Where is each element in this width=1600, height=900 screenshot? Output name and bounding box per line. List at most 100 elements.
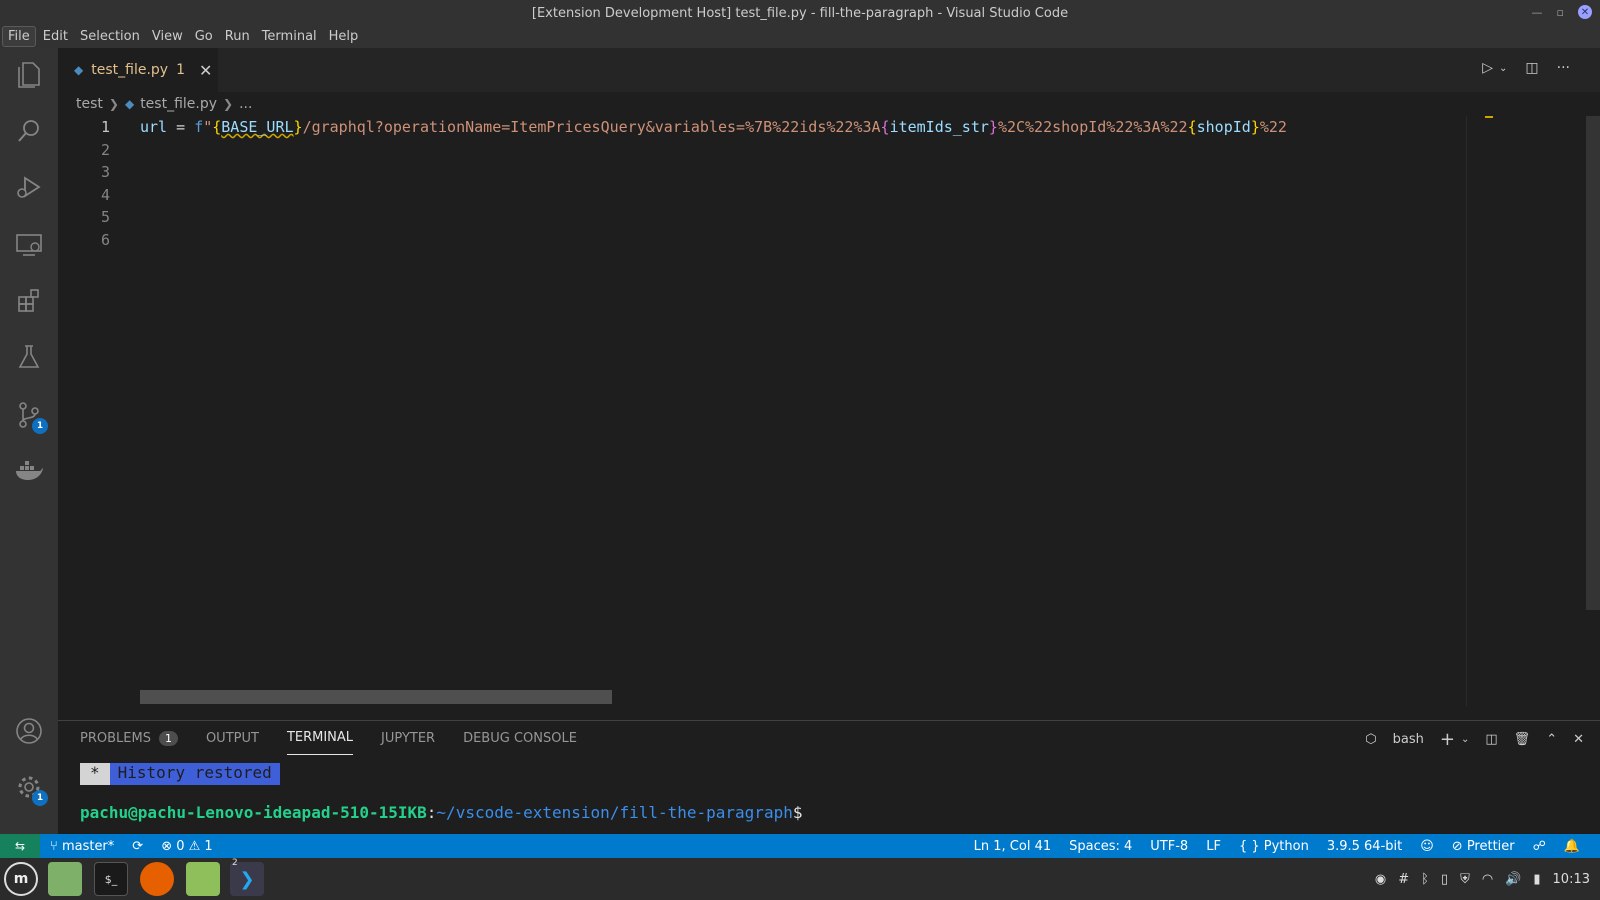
tab-jupyter[interactable]: JUPYTER (381, 721, 435, 755)
vscode-taskbar-icon[interactable]: ❯ 2 (230, 858, 264, 896)
menu-selection[interactable]: Selection (75, 27, 145, 46)
clock[interactable]: 10:13 (1553, 872, 1590, 887)
source-control-badge: 1 (32, 418, 48, 434)
breadcrumb-file[interactable]: test_file.py (140, 96, 217, 112)
git-branch[interactable]: ⑂ master* (50, 839, 114, 854)
terminal-output[interactable]: * History restored pachu@pachu-Lenovo-id… (80, 763, 802, 822)
cursor-position[interactable]: Ln 1, Col 41 (974, 839, 1051, 854)
remote-indicator-icon[interactable]: ⇆ (0, 834, 40, 858)
menu-run[interactable]: Run (220, 27, 255, 46)
wifi-icon[interactable]: ◠ (1482, 872, 1493, 887)
token-brace: { (212, 118, 222, 136)
terminal-prompt: pachu@pachu-Lenovo-ideapad-510-15IKB:~/v… (80, 803, 802, 822)
split-editor-icon[interactable]: ◫ (1525, 60, 1538, 76)
close-window-icon[interactable]: ✕ (1578, 5, 1592, 19)
menu-file[interactable]: File (2, 25, 36, 47)
minimap-warning-marker (1485, 116, 1493, 118)
mint-menu-icon[interactable]: m (4, 862, 38, 896)
token-string: %22 (1259, 118, 1287, 136)
firefox-icon[interactable] (140, 862, 174, 896)
menu-help[interactable]: Help (324, 27, 364, 46)
tab-terminal[interactable]: TERMINAL (286, 721, 354, 755)
minimap[interactable] (1466, 116, 1600, 706)
prettier-status[interactable]: ⊘ Prettier (1452, 839, 1515, 854)
problems-summary[interactable]: ⊗ 0 ⚠ 1 (161, 839, 213, 854)
account-icon[interactable] (14, 716, 44, 746)
discord-icon[interactable]: ◉ (1375, 872, 1386, 887)
editor-actions: ▷ ⌄ ◫ ··· (1482, 60, 1570, 76)
line-number: 6 (100, 230, 110, 249)
status-bar: ⇆ ⑂ master* ⟳ ⊗ 0 ⚠ 1 Ln 1, Col 41 Space… (0, 834, 1600, 858)
close-panel-icon[interactable]: ✕ (1573, 732, 1584, 747)
horizontal-scrollbar[interactable] (140, 690, 612, 704)
code-line-1[interactable]: url = f"{BASE_URL}/graphql?operationName… (140, 116, 1520, 139)
close-tab-icon[interactable]: ✕ (199, 61, 212, 80)
copilot-icon[interactable]: ☺ (1420, 839, 1434, 854)
encoding[interactable]: UTF-8 (1150, 839, 1188, 854)
run-file-icon[interactable]: ▷ (1482, 60, 1493, 76)
settings-gear-icon[interactable]: 1 (14, 772, 48, 806)
battery-icon[interactable]: ▮ (1533, 872, 1540, 887)
source-control-icon[interactable]: 1 (14, 400, 48, 434)
trash-icon[interactable]: 🗑 (1514, 732, 1531, 747)
breadcrumb: test ❯ ◆ test_file.py ❯ ... (58, 92, 1600, 116)
terminal-app-icon[interactable]: $_ (94, 862, 128, 896)
sync-icon[interactable]: ⟳ (132, 839, 143, 854)
os-taskbar: m $_ ❯ 2 ◉ # ᛒ ▯ ⛨ ◠ 🔊 ▮ 10:13 (0, 858, 1600, 900)
end-of-line[interactable]: LF (1206, 839, 1221, 854)
indentation[interactable]: Spaces: 4 (1069, 839, 1132, 854)
split-terminal-icon[interactable]: ◫ (1485, 732, 1497, 747)
menu-go[interactable]: Go (190, 27, 218, 46)
vertical-scrollbar[interactable] (1586, 116, 1600, 610)
line-number-gutter: 1 2 3 4 5 6 (58, 116, 118, 251)
window-title: [Extension Development Host] test_file.p… (531, 5, 1069, 21)
code-editor[interactable]: 1 2 3 4 5 6 url = f"{BASE_URL}/graphql?o… (58, 116, 1600, 720)
feedback-icon[interactable]: ☍ (1533, 839, 1546, 854)
docker-icon[interactable] (14, 456, 44, 486)
testing-icon[interactable] (14, 342, 44, 372)
code-content[interactable]: url = f"{BASE_URL}/graphql?operationName… (140, 116, 1520, 139)
volume-icon[interactable]: 🔊 (1505, 872, 1521, 887)
shield-icon[interactable]: ⛨ (1460, 872, 1470, 887)
token-brace: { (1187, 118, 1197, 136)
history-restored-text: History restored (109, 763, 280, 785)
notifications-bell-icon[interactable]: 🔔 (1564, 839, 1580, 854)
slack-icon[interactable]: # (1398, 872, 1409, 887)
token-brace: } (1250, 118, 1260, 136)
tab-output[interactable]: OUTPUT (206, 721, 259, 755)
run-dropdown-chevron-icon[interactable]: ⌄ (1499, 63, 1507, 74)
show-desktop-icon[interactable] (48, 862, 82, 896)
tab-debug-console[interactable]: DEBUG CONSOLE (463, 721, 577, 755)
branch-name: master* (61, 838, 115, 854)
bluetooth-icon[interactable]: ᛒ (1421, 872, 1429, 887)
maximize-panel-icon[interactable]: ⌃ (1546, 732, 1557, 747)
extensions-icon[interactable] (14, 286, 44, 316)
search-icon[interactable] (14, 116, 44, 146)
token-string: /graphql?operationName=ItemPricesQuery&v… (302, 118, 881, 136)
chevron-down-icon[interactable]: ⌄ (1461, 734, 1469, 745)
prompt-dollar: $ (792, 803, 803, 822)
minimize-icon[interactable]: — (1532, 6, 1543, 19)
vscode-window-count: 2 (232, 858, 238, 868)
terminal-shell-name[interactable]: bash (1393, 732, 1424, 747)
explorer-icon[interactable] (14, 60, 44, 90)
chevron-right-icon: ❯ (108, 97, 119, 111)
maximize-icon[interactable]: ▫ (1557, 6, 1564, 19)
terminal-history-line: * History restored (80, 763, 802, 785)
remote-explorer-icon[interactable] (14, 230, 44, 260)
new-terminal-icon[interactable]: + (1440, 729, 1455, 750)
menu-edit[interactable]: Edit (38, 27, 73, 46)
menu-view[interactable]: View (147, 27, 188, 46)
breadcrumb-more[interactable]: ... (239, 96, 252, 112)
tab-problems[interactable]: PROBLEMS 1 (80, 721, 178, 755)
token-interpolation: itemIds_str (889, 118, 989, 136)
clipboard-icon[interactable]: ▯ (1441, 872, 1448, 887)
run-debug-icon[interactable] (14, 172, 44, 202)
tab-test-file[interactable]: ◆ test_file.py 1 ✕ (58, 48, 218, 92)
python-interpreter[interactable]: 3.9.5 64-bit (1327, 839, 1402, 854)
language-mode[interactable]: { } Python (1239, 839, 1309, 854)
more-actions-icon[interactable]: ··· (1557, 60, 1570, 76)
menu-terminal[interactable]: Terminal (257, 27, 322, 46)
breadcrumb-folder[interactable]: test (76, 96, 103, 112)
files-folder-icon[interactable] (186, 862, 220, 896)
